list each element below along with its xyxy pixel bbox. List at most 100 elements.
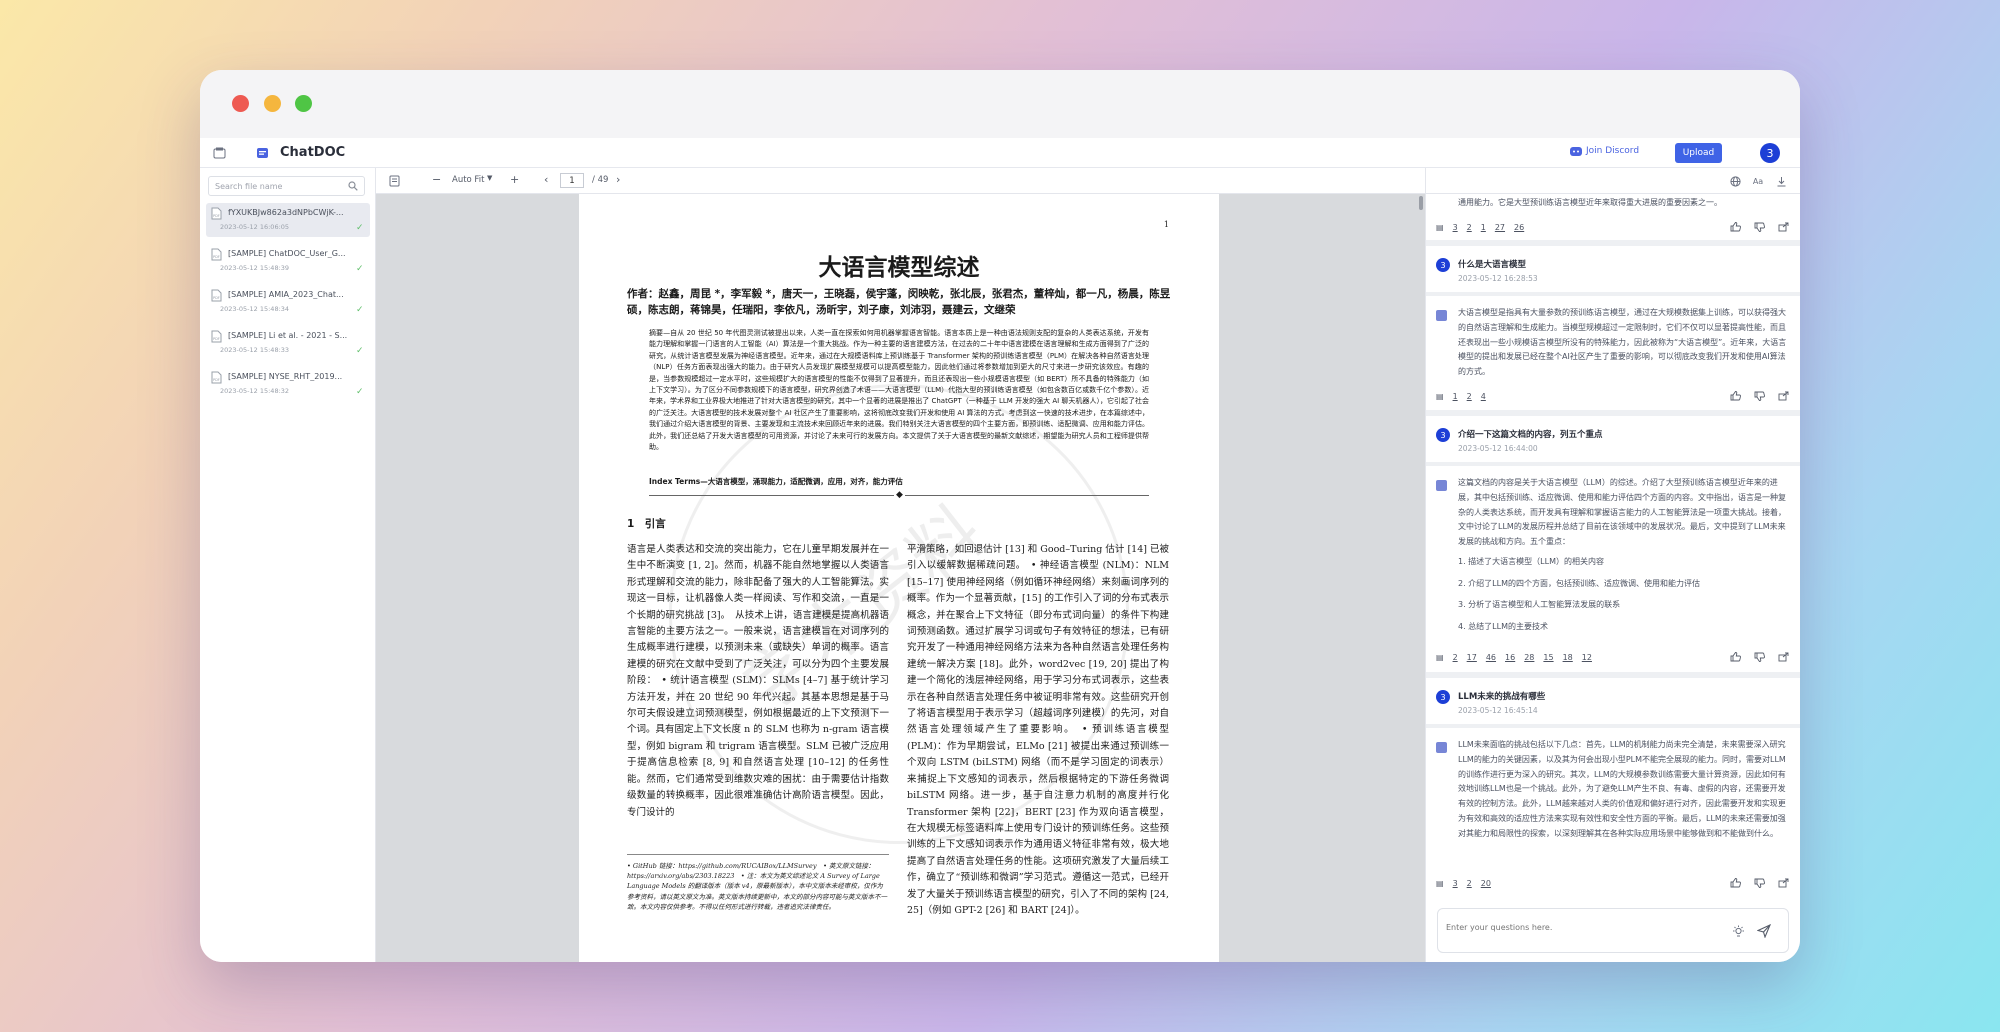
thumbs-down-icon[interactable] bbox=[1754, 652, 1765, 662]
share-icon[interactable] bbox=[1778, 878, 1789, 888]
user-avatar[interactable]: 3 bbox=[1760, 143, 1780, 163]
reference-link[interactable]: 17 bbox=[1467, 653, 1477, 662]
answer-text: LLM未来面临的挑战包括以下几点：首先，LLM的机制能力尚未完全清楚，未来需要深… bbox=[1458, 740, 1786, 838]
message-list[interactable]: 通用能力。它是大型预训练语言模型近年来取得重大进展的重要因素之一。 ▤ 3 2 … bbox=[1426, 194, 1800, 896]
reference-link[interactable]: 4 bbox=[1481, 392, 1486, 401]
divider-diamond-icon: ◆ bbox=[894, 490, 905, 500]
app-window: ChatDOC Join Discord Upload 3 Search fil… bbox=[200, 70, 1800, 962]
user-avatar: 3 bbox=[1436, 690, 1450, 704]
reference-link[interactable]: 2 bbox=[1467, 879, 1472, 888]
copy-refs-icon[interactable]: ▤ bbox=[1436, 223, 1444, 232]
chatdoc-logo-icon bbox=[255, 146, 269, 160]
page-number-input[interactable]: 1 bbox=[560, 173, 584, 188]
file-item[interactable]: PDF [SAMPLE] AMIA_2023_Chat... 2023-05-1… bbox=[206, 285, 370, 319]
pdf-viewer[interactable]: 学术资料 1 大语言模型综述 作者：赵鑫，周昆 *，李军毅 *，唐天一，王晓磊，… bbox=[376, 194, 1425, 962]
join-discord-link[interactable]: Join Discord bbox=[1570, 146, 1639, 156]
thumbs-up-icon[interactable] bbox=[1730, 878, 1741, 888]
reference-link[interactable]: 3 bbox=[1453, 879, 1458, 888]
reference-link[interactable]: 12 bbox=[1582, 653, 1592, 662]
reference-link[interactable]: 46 bbox=[1486, 653, 1496, 662]
zoom-select[interactable]: Auto Fit bbox=[452, 175, 484, 185]
next-page-icon[interactable]: › bbox=[616, 173, 620, 186]
minimize-window-button[interactable] bbox=[264, 95, 281, 112]
bot-avatar-icon bbox=[1436, 480, 1447, 491]
page-number: 1 bbox=[1163, 220, 1169, 229]
check-icon: ✓ bbox=[356, 264, 364, 274]
reference-link[interactable]: 20 bbox=[1481, 879, 1491, 888]
copy-refs-icon[interactable]: ▤ bbox=[1436, 653, 1444, 662]
file-item[interactable]: PDF [SAMPLE] ChatDOC_User_G... 2023-05-1… bbox=[206, 244, 370, 278]
svg-text:PDF: PDF bbox=[213, 214, 220, 218]
reference-link[interactable]: 28 bbox=[1524, 653, 1534, 662]
zoom-in-button[interactable]: + bbox=[510, 173, 519, 186]
share-icon[interactable] bbox=[1778, 391, 1789, 401]
file-item[interactable]: PDF [SAMPLE] NYSE_RHT_2019... 2023-05-12… bbox=[206, 367, 370, 401]
share-icon[interactable] bbox=[1778, 652, 1789, 662]
close-window-button[interactable] bbox=[232, 95, 249, 112]
answer-card: 大语言模型是指具有大量参数的预训练语言模型，通过在大规模数据集上训练，可以获得强… bbox=[1426, 296, 1800, 410]
thumbs-up-icon[interactable] bbox=[1730, 391, 1741, 401]
check-icon: ✓ bbox=[356, 223, 364, 233]
answer-point: 3. 分析了语言模型和人工智能算法发展的联系 bbox=[1458, 600, 1621, 609]
reference-link[interactable]: 2 bbox=[1467, 392, 1472, 401]
reference-link[interactable]: 27 bbox=[1495, 223, 1505, 232]
reference-list: ▤ 1 2 4 bbox=[1436, 389, 1486, 403]
index-terms: Index Terms—大语言模型，涌现能力，适配微调，应用，对齐，能力评估 bbox=[649, 477, 903, 486]
prev-page-icon[interactable]: ‹ bbox=[544, 173, 548, 186]
reference-link[interactable]: 16 bbox=[1505, 653, 1515, 662]
svg-text:PDF: PDF bbox=[213, 378, 220, 382]
upload-button[interactable]: Upload bbox=[1675, 143, 1722, 163]
thumbs-down-icon[interactable] bbox=[1754, 222, 1765, 232]
question-text: 介绍一下这篇文档的内容，列五个重点 bbox=[1458, 430, 1603, 440]
lightbulb-icon[interactable] bbox=[1731, 924, 1745, 938]
file-item[interactable]: PDF fYXUKBJw862a3dNPbCWjK-... 2023-05-12… bbox=[206, 203, 370, 237]
reference-link[interactable]: 18 bbox=[1563, 653, 1573, 662]
download-icon[interactable] bbox=[1775, 175, 1787, 187]
question-input[interactable] bbox=[1446, 923, 1726, 932]
page-total: / 49 bbox=[592, 175, 609, 185]
reference-link[interactable]: 3 bbox=[1453, 223, 1458, 232]
question-time: 2023-05-12 16:45:14 bbox=[1458, 706, 1538, 715]
share-icon[interactable] bbox=[1778, 222, 1789, 232]
thumbs-up-icon[interactable] bbox=[1730, 222, 1741, 232]
send-icon[interactable] bbox=[1756, 923, 1772, 939]
font-size-icon[interactable]: Aa bbox=[1751, 175, 1765, 187]
reference-list: ▤ 2 17 46 16 28 15 18 12 bbox=[1436, 650, 1592, 664]
thumbs-down-icon[interactable] bbox=[1754, 391, 1765, 401]
file-date: 2023-05-12 15:48:34 bbox=[220, 305, 290, 313]
sidebar-toggle-icon[interactable] bbox=[212, 146, 226, 160]
svg-text:PDF: PDF bbox=[213, 296, 220, 300]
reference-link[interactable]: 1 bbox=[1453, 392, 1458, 401]
answer-card: 这篇文档的内容是关于大语言模型（LLM）的综述。介绍了大型预训练语言模型近年来的… bbox=[1426, 466, 1800, 672]
title-bar bbox=[200, 70, 1800, 138]
file-name: [SAMPLE] ChatDOC_User_G... bbox=[228, 249, 346, 258]
viewer-scrollbar[interactable] bbox=[1419, 196, 1423, 210]
file-item[interactable]: PDF [SAMPLE] Li et al. - 2021 - S... 202… bbox=[206, 326, 370, 360]
copy-refs-icon[interactable]: ▤ bbox=[1436, 879, 1444, 888]
zoom-out-button[interactable]: − bbox=[432, 173, 441, 186]
question-text: 什么是大语言模型 bbox=[1458, 260, 1527, 270]
copy-refs-icon[interactable]: ▤ bbox=[1436, 392, 1444, 401]
thumbs-up-icon[interactable] bbox=[1730, 652, 1741, 662]
chevron-down-icon[interactable]: ▼ bbox=[487, 174, 492, 182]
reference-link[interactable]: 2 bbox=[1453, 653, 1458, 662]
search-input[interactable]: Search file name bbox=[208, 176, 365, 196]
discord-label: Join Discord bbox=[1586, 146, 1640, 156]
reference-list: ▤ 3 2 1 27 26 bbox=[1436, 220, 1524, 234]
bot-avatar-icon bbox=[1436, 742, 1447, 753]
file-name: [SAMPLE] Li et al. - 2021 - S... bbox=[228, 331, 348, 340]
reference-link[interactable]: 26 bbox=[1514, 223, 1524, 232]
chat-toolbar: Aa bbox=[1426, 168, 1800, 194]
file-date: 2023-05-12 15:48:33 bbox=[220, 346, 290, 354]
thumbs-down-icon[interactable] bbox=[1754, 878, 1765, 888]
chat-panel: Aa 通用能力。它是大型预训练语言模型近年来取得重大进展的重要因素之一。 ▤ 3… bbox=[1425, 168, 1800, 962]
maximize-window-button[interactable] bbox=[295, 95, 312, 112]
file-name: [SAMPLE] AMIA_2023_Chat... bbox=[228, 290, 344, 299]
outline-icon[interactable] bbox=[388, 174, 400, 187]
reference-link[interactable]: 2 bbox=[1467, 223, 1472, 232]
answer-card: LLM未来面临的挑战包括以下几点：首先，LLM的机制能力尚未完全清楚，未来需要深… bbox=[1426, 728, 1800, 896]
answer-point: 4. 总结了LLM的主要技术 bbox=[1458, 622, 1548, 631]
reference-link[interactable]: 1 bbox=[1481, 223, 1486, 232]
reference-link[interactable]: 15 bbox=[1543, 653, 1553, 662]
globe-icon[interactable] bbox=[1729, 175, 1741, 187]
